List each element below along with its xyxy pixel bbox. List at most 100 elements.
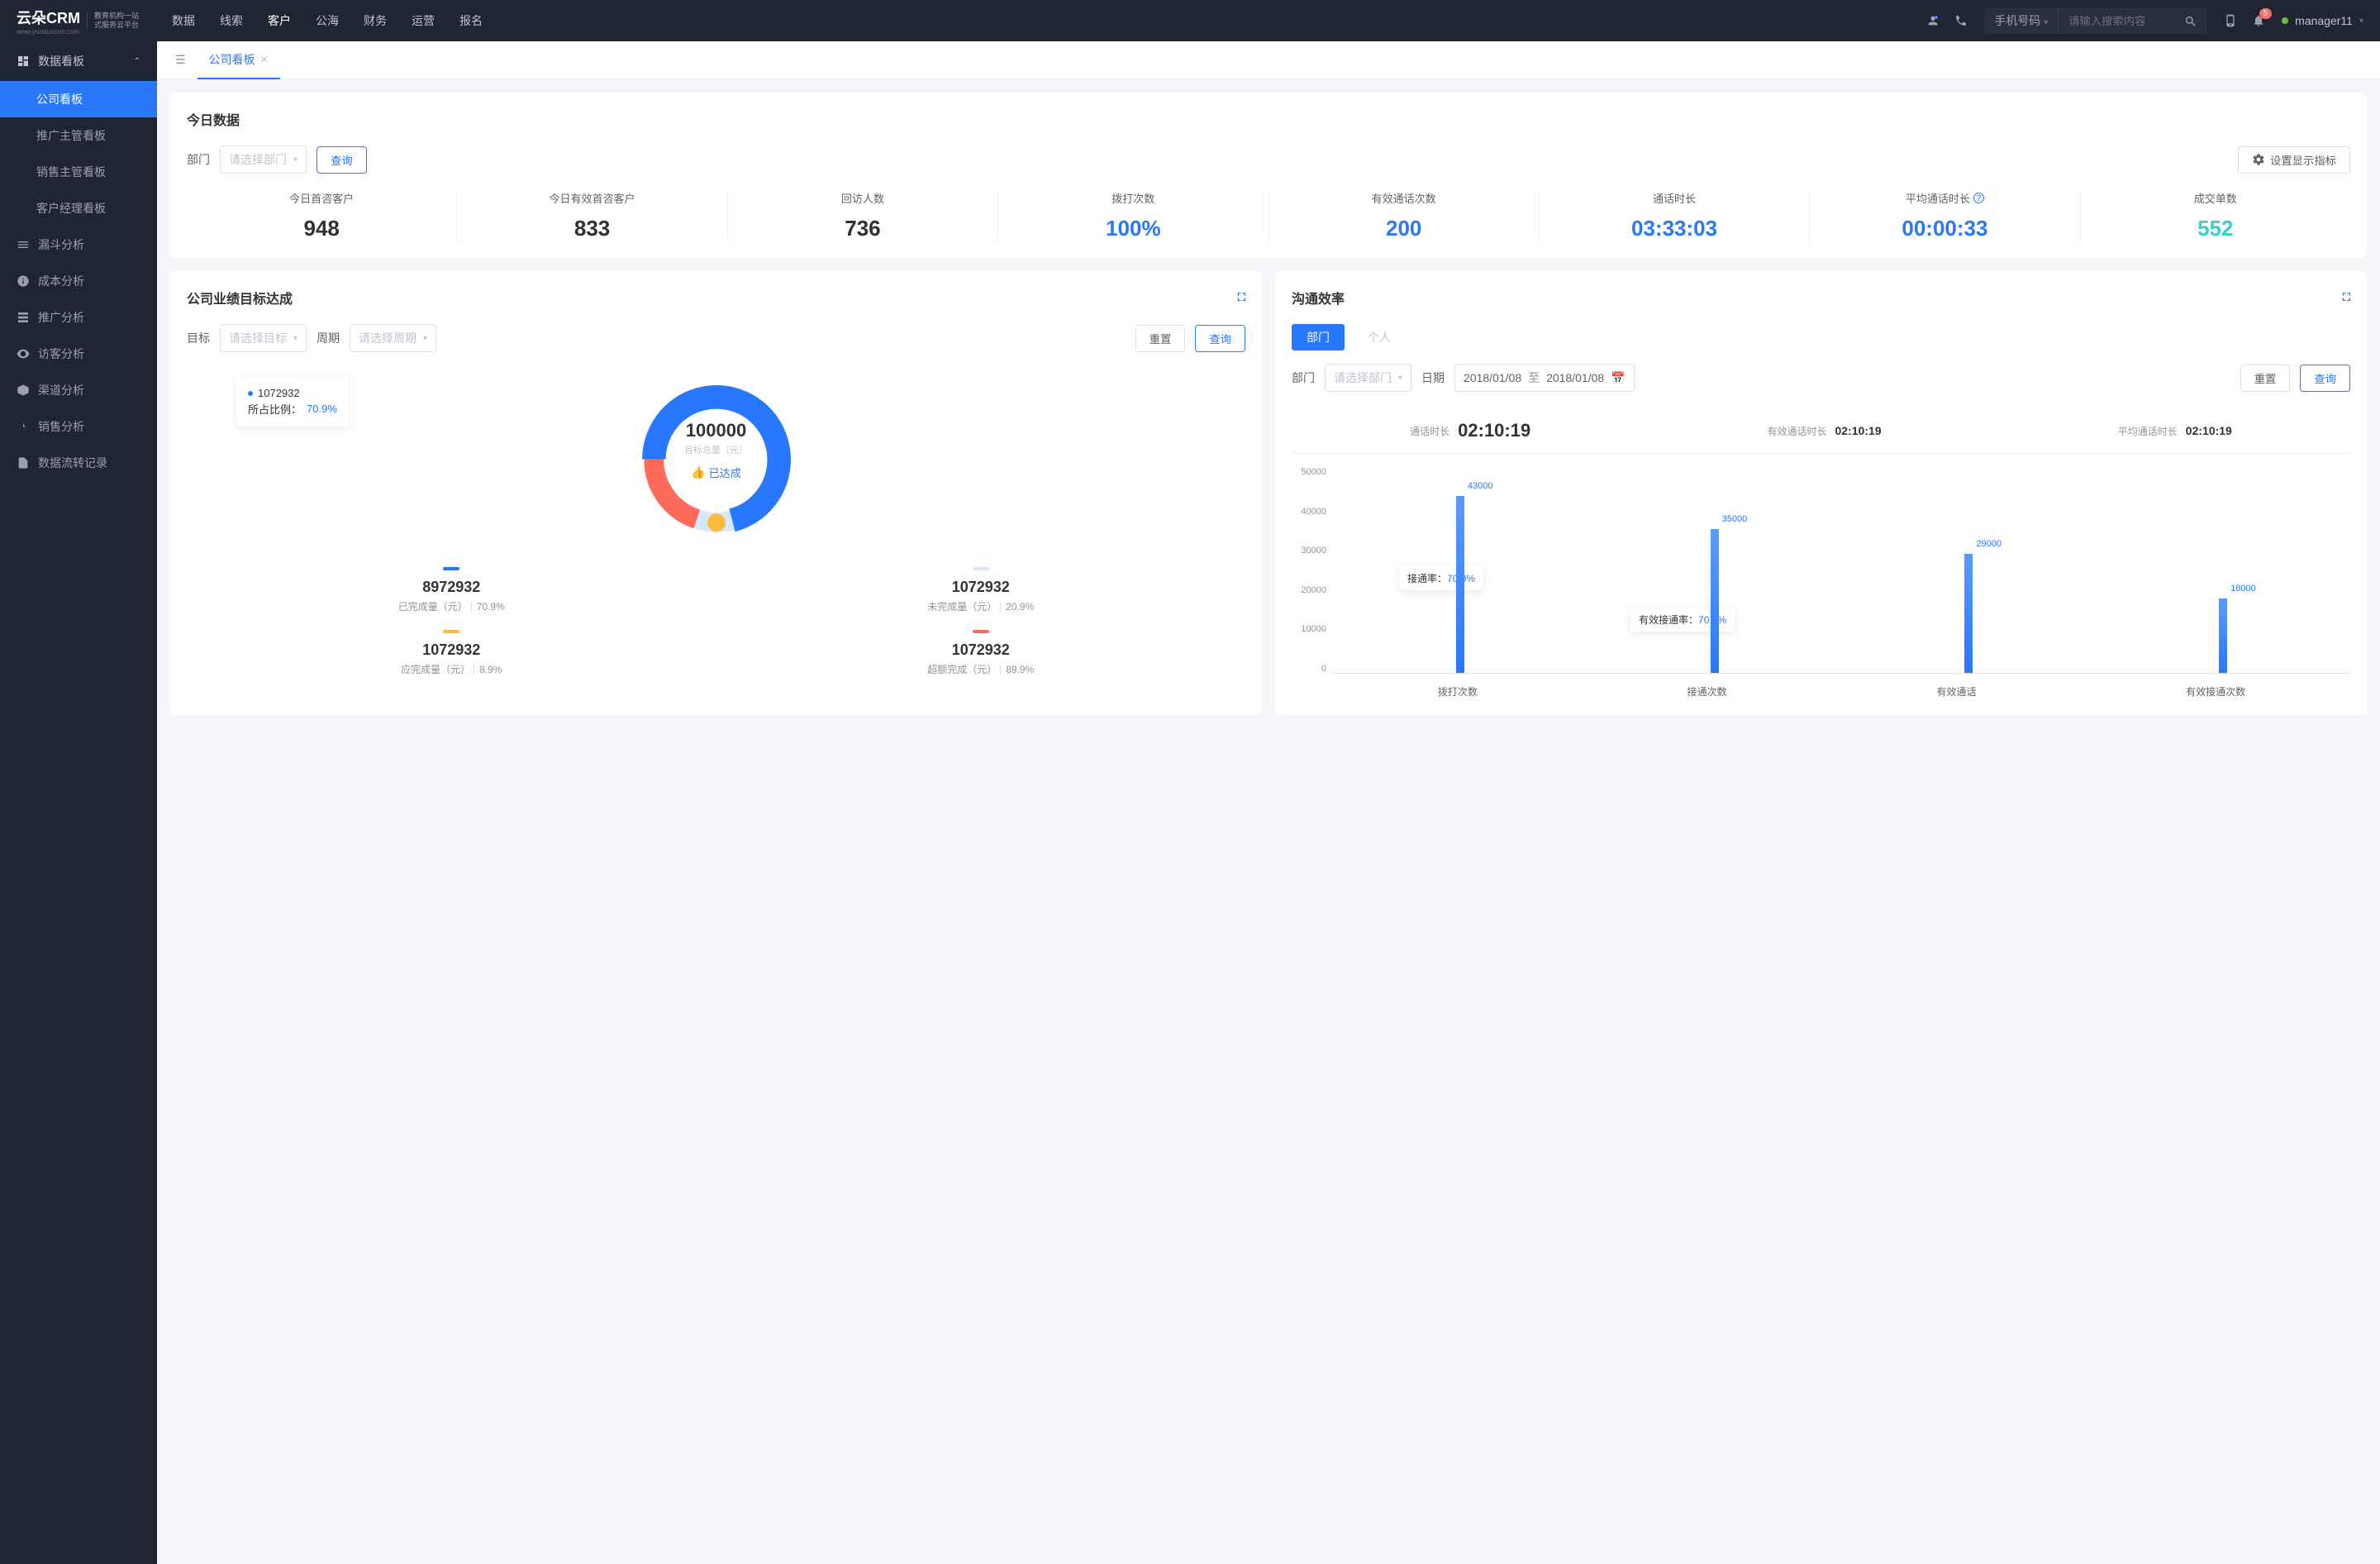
summary-item: 有效通话时长02:10:19 <box>1767 420 1881 441</box>
y-tick: 50000 <box>1292 467 1326 477</box>
x-tick: 拨打次数 <box>1438 684 1478 699</box>
period-label: 周期 <box>317 330 340 346</box>
y-tick: 20000 <box>1292 585 1326 595</box>
logo[interactable]: 云朵CRM www.yunduocrm.com 教育机构一站 式服务云平台 <box>17 7 139 36</box>
bar-chart: 50000400003000020000100000 接通率：70.9% 有效接… <box>1292 467 2350 699</box>
expand-icon[interactable]: ⛶ <box>1238 291 1245 304</box>
sidebar-item[interactable]: 推广主管看板 <box>0 117 157 154</box>
y-tick: 30000 <box>1292 546 1326 556</box>
query-button[interactable]: 查询 <box>2300 365 2350 392</box>
nav-item[interactable]: 运营 <box>412 12 435 29</box>
kpi-item: 今日首咨客户948 <box>187 190 457 241</box>
kpi-item: 回访人数 736 <box>728 190 998 241</box>
sidebar-item[interactable]: 推广分析 <box>0 299 157 336</box>
sidebar: 数据看板 ⌃ 公司看板推广主管看板销售主管看板客户经理看板 漏斗分析成本分析推广… <box>0 41 157 1564</box>
search-button[interactable] <box>2174 8 2207 32</box>
sidebar-item[interactable]: 渠道分析 <box>0 372 157 408</box>
dept-select[interactable]: 请选择部门▾ <box>1325 364 1411 392</box>
tab-company-dashboard[interactable]: 公司看板 ✕ <box>198 41 280 79</box>
nav-item[interactable]: 客户 <box>268 12 291 29</box>
menu-icon <box>17 274 30 288</box>
bar[interactable]: 43000 <box>1456 496 1464 673</box>
kpi-label: 平均通话时长? <box>1818 190 2071 206</box>
logo-url: www.yunduocrm.com <box>17 28 80 36</box>
nav-item[interactable]: 财务 <box>364 12 387 29</box>
nav-item[interactable]: 报名 <box>459 12 483 29</box>
nav-item[interactable]: 线索 <box>220 12 243 29</box>
mobile-icon[interactable] <box>2224 13 2237 28</box>
bar-tooltip-2: 有效接通率：70.9% <box>1630 608 1735 632</box>
kpi-label: 通话时长 <box>1548 190 1801 206</box>
target-label: 目标 <box>187 330 210 346</box>
dashboard-icon <box>17 55 30 68</box>
bar[interactable]: 35000 <box>1711 529 1719 673</box>
goal-card: 公司业绩目标达成 ⛶ 目标 请选择目标▾ 周期 请选择周期▾ 重置 查询 1072… <box>170 271 1262 715</box>
chevron-up-icon: ⌃ <box>134 57 140 66</box>
kpi-label: 有效通话次数 <box>1278 190 1530 206</box>
sidebar-item[interactable]: 公司看板 <box>0 81 157 117</box>
period-select[interactable]: 请选择周期▾ <box>350 324 436 352</box>
kpi-item: 成交单数552 <box>2081 190 2350 241</box>
date-range-input[interactable]: 2018/01/08 至 2018/01/08 📅 <box>1454 364 1635 392</box>
reset-button[interactable]: 重置 <box>1135 325 1186 352</box>
search-input[interactable] <box>2059 10 2174 32</box>
donut-chart: 1072932 所占比例：70.9% 100000 目标总量（元） <box>187 369 1245 559</box>
top-nav: 数据 线索 客户 公海 财务 运营 报名 <box>172 12 1910 29</box>
nav-item[interactable]: 公海 <box>316 12 339 29</box>
add-user-icon[interactable]: + <box>1926 13 1940 28</box>
target-select[interactable]: 请选择目标▾ <box>220 324 307 352</box>
user-name: manager11 <box>2295 14 2353 27</box>
donut-center-label: 目标总量（元） <box>684 443 748 456</box>
donut-center-value: 100000 <box>684 420 748 441</box>
kpi-label: 今日有效首咨客户 <box>465 190 718 206</box>
info-icon[interactable]: ? <box>1973 193 1984 203</box>
legend-item: 1072932应完成量（元）8.9% <box>187 622 716 684</box>
reset-button[interactable]: 重置 <box>2240 365 2291 392</box>
goal-title: 公司业绩目标达成 <box>187 288 293 308</box>
menu-icon <box>17 347 30 360</box>
sidebar-item[interactable]: 漏斗分析 <box>0 226 157 263</box>
chevron-down-icon: ▾ <box>293 334 298 343</box>
sidebar-item[interactable]: 访客分析 <box>0 336 157 372</box>
bar[interactable]: 29000 <box>1964 554 1973 673</box>
bar[interactable]: 18000 <box>2219 598 2227 673</box>
kpi-value: 736 <box>736 216 989 241</box>
today-title: 今日数据 <box>187 109 2350 129</box>
kpi-item: 拨打次数100% <box>998 190 1269 241</box>
top-header: 云朵CRM www.yunduocrm.com 教育机构一站 式服务云平台 数据… <box>0 0 2380 41</box>
x-tick: 有效接通次数 <box>2186 684 2245 699</box>
sidebar-item[interactable]: 客户经理看板 <box>0 190 157 226</box>
sidebar-item[interactable]: 销售主管看板 <box>0 154 157 190</box>
y-tick: 0 <box>1292 664 1326 674</box>
kpi-value: 552 <box>2089 216 2342 241</box>
phone-icon[interactable] <box>1954 13 1968 28</box>
pill-dept[interactable]: 部门 <box>1292 324 1345 350</box>
bell-icon[interactable]: 5 <box>2252 13 2265 28</box>
sidebar-group-dashboard[interactable]: 数据看板 ⌃ <box>0 41 157 81</box>
sidebar-item[interactable]: 成本分析 <box>0 263 157 299</box>
pill-personal[interactable]: 个人 <box>1353 324 1406 350</box>
y-tick: 10000 <box>1292 624 1326 634</box>
query-button[interactable]: 查询 <box>317 146 367 174</box>
close-icon[interactable]: ✕ <box>260 54 269 65</box>
user-menu[interactable]: manager11 ▾ <box>2282 14 2363 27</box>
kpi-value: 833 <box>465 216 718 241</box>
dept-select[interactable]: 请选择部门▾ <box>220 145 307 174</box>
sidebar-item[interactable]: 销售分析 <box>0 408 157 445</box>
svg-text:+: + <box>1935 16 1937 19</box>
search-type-select[interactable]: 手机号码 ▾ <box>1984 7 2059 34</box>
kpi-value: 03:33:03 <box>1548 216 1801 241</box>
tab-bar: ☰ 公司看板 ✕ <box>157 41 2380 79</box>
x-tick: 有效通话 <box>1936 684 1976 699</box>
settings-button[interactable]: 设置显示指标 <box>2238 146 2350 174</box>
comm-card: 沟通效率⛶ 部门 个人 部门 请选择部门▾ 日期 2018/01/08 至 20… <box>1275 271 2367 715</box>
expand-icon[interactable]: ⛶ <box>2343 291 2350 304</box>
sidebar-item[interactable]: 数据流转记录 <box>0 445 157 481</box>
chevron-down-icon: ▾ <box>2359 17 2363 26</box>
tab-menu-icon[interactable]: ☰ <box>167 48 194 72</box>
query-button[interactable]: 查询 <box>1195 325 1245 352</box>
menu-icon <box>17 420 30 433</box>
logo-text: 云朵CRM <box>17 7 80 28</box>
nav-item[interactable]: 数据 <box>172 12 195 29</box>
kpi-label: 回访人数 <box>736 190 989 206</box>
